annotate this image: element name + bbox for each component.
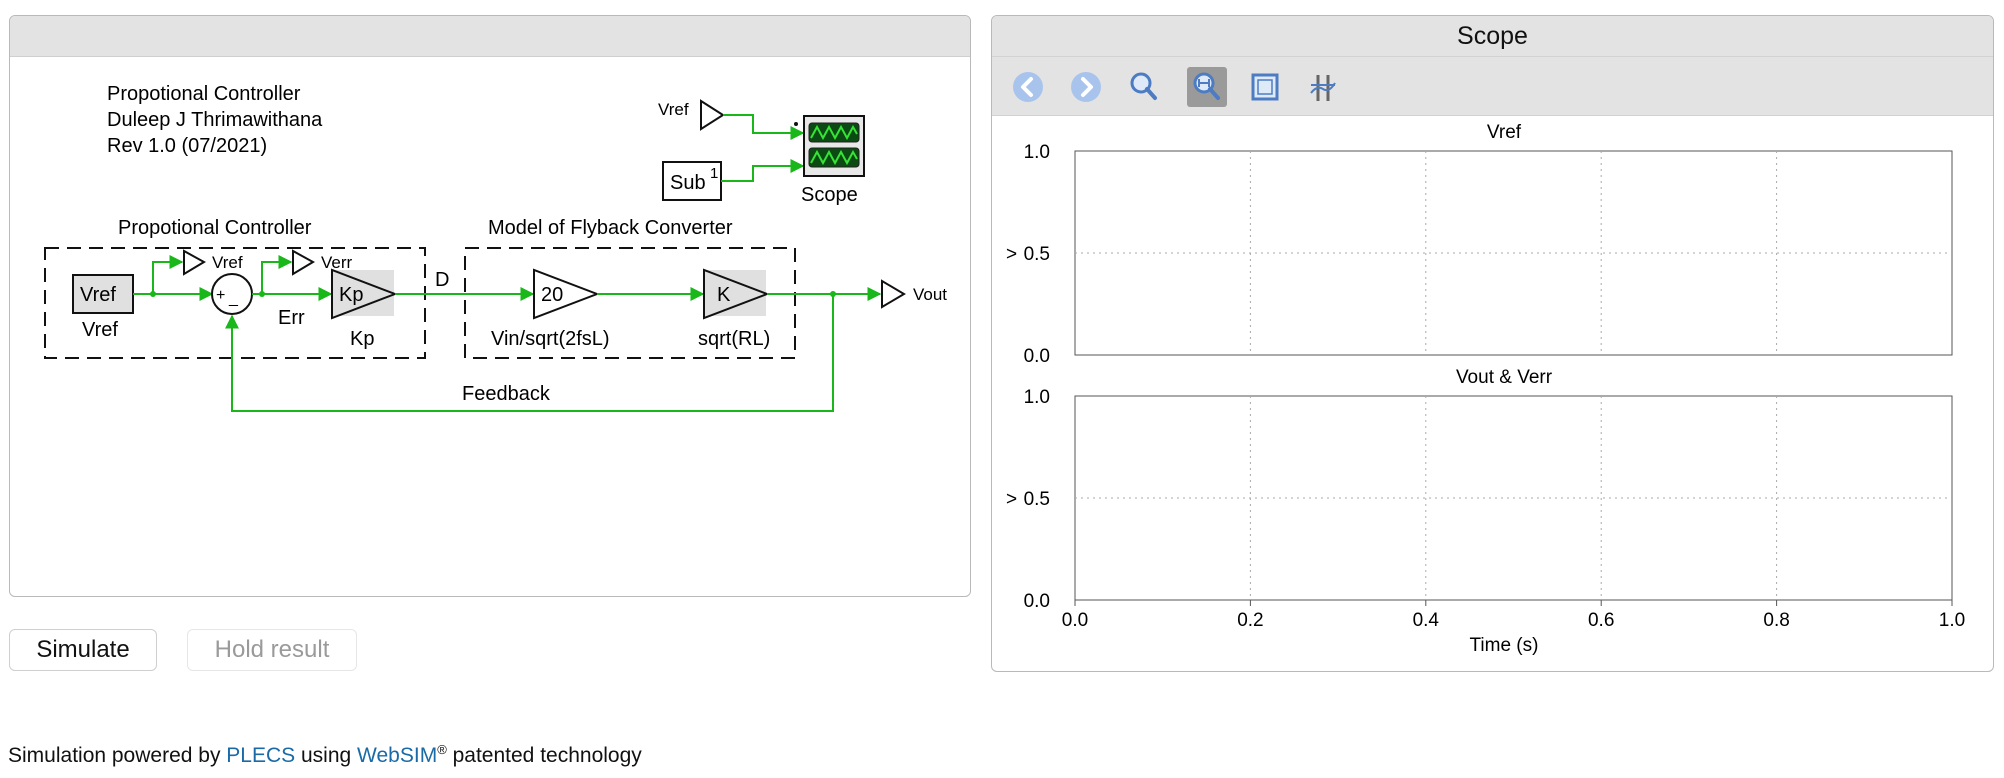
goto-verr-tag [292,249,316,276]
header-line-3: Rev 1.0 (07/2021) [107,135,267,157]
x-tick-label: 0.6 [1588,610,1614,631]
scope-block[interactable] [803,115,865,177]
k-gain-text: K [717,284,731,306]
kp-gain-text: Kp [339,284,363,306]
scope-input-vref-port [700,99,725,131]
plot2-ylabel: > [1006,489,1017,510]
wire-vref-to-scope [723,114,805,140]
plecs-link[interactable]: PLECS [226,744,295,767]
sub-block-label: Sub [670,172,706,194]
plot1-ytick-3: 0.0 [1024,346,1050,367]
wire-err-to-goto [261,255,293,294]
model-titlebar [10,16,970,57]
wire-vref-to-goto [152,255,184,294]
scope-title: Scope [992,16,1993,57]
feedback-label: Feedback [462,383,551,405]
hold-result-button[interactable]: Hold result [187,629,357,671]
plot2-ytick-2: 0.5 [1024,489,1050,510]
x-tick-label: 1.0 [1939,610,1965,631]
goto-verr-label: Verr [321,253,353,272]
x-tick-label: 0.8 [1763,610,1789,631]
footer-prefix: Simulation powered by [8,744,227,767]
scope-input-dot [794,122,798,126]
registered-mark: ® [437,742,447,757]
back-icon [1013,72,1043,102]
x-axis-label: Time (s) [1470,635,1539,656]
gain-20-text: 20 [541,284,563,306]
controller-group-title: Propotional Controller [118,217,312,239]
wire-sub-to-scope [721,159,805,182]
footer-suffix: patented technology [446,744,642,767]
kp-gain-label: Kp [350,328,374,350]
fit-view-icon [1251,73,1279,101]
vout-goto-label: Vout [913,285,947,304]
vref-constant-text: Vref [80,284,116,306]
k-gain-label: sqrt(RL) [698,328,770,350]
scope-input-vref-label: Vref [658,100,689,119]
model-panel: Propotional Controller Duleep J Thrimawi… [9,15,971,597]
sub-block-index: 1 [710,165,718,182]
plot1-ylabel: > [1006,244,1017,265]
header-line-1: Propotional Controller [107,83,301,105]
x-tick-marks [1074,600,1953,606]
fit-view-button[interactable] [1245,67,1285,107]
err-label: Err [278,307,305,329]
x-tick-label: 0.0 [1062,610,1088,631]
x-tick-label: 0.2 [1237,610,1263,631]
footer-middle: using [295,744,358,767]
schematic-canvas: Propotional Controller Duleep J Thrimawi… [44,83,947,412]
scope-block-label: Scope [801,184,858,206]
forward-icon [1071,72,1101,102]
zoom-button[interactable] [1124,67,1164,107]
gain-20-label: Vin/sqrt(2fsL) [491,328,610,350]
vout-goto-tag [881,279,906,309]
sum-minus-sign: _ [228,290,239,307]
x-tick-label: 0.4 [1413,610,1440,631]
d-signal-label: D [435,269,449,291]
plot1-title: Vref [1487,122,1522,143]
plot1-ytick-2: 0.5 [1024,244,1050,265]
zoom-x-button[interactable] [1187,67,1227,107]
plot2-ytick-3: 0.0 [1024,591,1050,612]
scope-toolbar [992,57,1993,116]
plot2-ytick-1: 1.0 [1024,387,1050,408]
goto-vref-tag [183,249,207,276]
forward-button[interactable] [1066,67,1106,107]
plot1-ytick-1: 1.0 [1024,142,1050,163]
vref-constant-label: Vref [82,319,118,341]
plot2-title: Vout & Verr [1456,367,1553,388]
cursor-button[interactable] [1303,67,1343,107]
zoom-icon [1130,72,1157,100]
scope-panel: Scope Vref 1.0 0.5 0.0 > Vout & Verr 1.0… [991,15,1994,672]
websim-link[interactable]: WebSIM [357,744,437,767]
back-button[interactable] [1008,67,1048,107]
cursor-icon [1310,75,1336,101]
footer: Simulation powered by PLECS using WebSIM… [8,742,642,768]
zoom-x-icon [1193,72,1220,100]
scope-plots: Vref 1.0 0.5 0.0 > Vout & Verr 1.0 0.5 0… [1006,122,1965,656]
goto-vref-label: Vref [212,253,243,272]
header-line-2: Duleep J Thrimawithana [107,109,323,131]
sum-plus-sign: + [216,287,225,304]
simulate-button[interactable]: Simulate [9,629,157,671]
plant-group-title: Model of Flyback Converter [488,217,733,239]
